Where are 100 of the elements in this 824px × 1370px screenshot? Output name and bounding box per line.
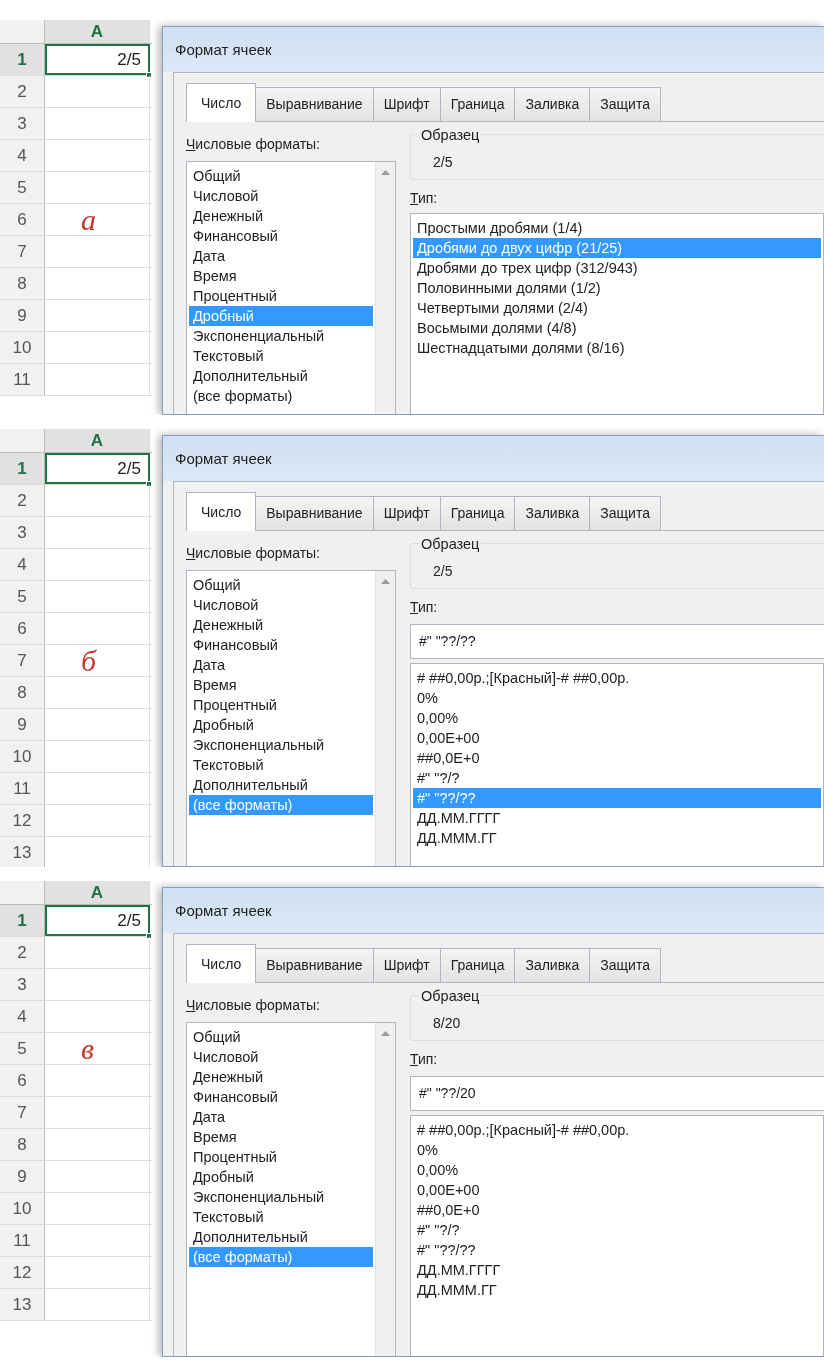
list-item[interactable]: 0,00E+00 [413, 728, 821, 749]
row-header[interactable]: 1 [0, 905, 45, 936]
row-header[interactable]: 6 [0, 1065, 45, 1096]
row-header[interactable]: 11 [0, 773, 45, 804]
fill-handle[interactable] [146, 481, 152, 487]
type-list[interactable]: Простыми дробями (1/4) Дробями до двух цифр (21/25) Дробями до трех цифр (312/943) Половинными долями (1/2) Четвертыми долями (2/4) Восьмыми долями (4/8) Шестнадцатыми долями (8/16) [410, 213, 824, 414]
fill-handle[interactable] [146, 933, 152, 939]
scroll-up-icon[interactable] [381, 578, 390, 584]
scroll-up-icon[interactable] [381, 1030, 390, 1036]
category-list[interactable]: Общий Числовой Денежный Финансовый Дата Время Процентный Дробный Экспоненциальный Текстовый Дополнительный (все форматы) [186, 160, 396, 414]
column-header[interactable]: A [45, 881, 150, 904]
row-header[interactable]: 2 [0, 76, 45, 107]
row-header[interactable]: 4 [0, 1001, 45, 1032]
row-header[interactable]: 13 [0, 1289, 45, 1320]
list-item[interactable]: Экспоненциальный [189, 325, 373, 346]
list-item[interactable]: #" "??/?? [413, 1240, 821, 1261]
row-header[interactable]: 4 [0, 140, 45, 171]
list-item[interactable]: 0,00E+00 [413, 1180, 821, 1201]
list-item[interactable]: # ##0,00р.;[Красный]-# ##0,00р. [413, 1120, 821, 1141]
fill-handle[interactable] [146, 72, 152, 78]
list-item[interactable]: Четвертыми долями (2/4) [413, 298, 821, 319]
column-header[interactable]: A [45, 429, 150, 452]
list-item[interactable]: Дробный [189, 1166, 373, 1187]
list-item[interactable]: ДД.ММ.ГГГГ [413, 1260, 821, 1281]
list-item[interactable]: Финансовый [189, 1086, 373, 1107]
table-cell[interactable]: 2/5 [45, 44, 150, 75]
list-item[interactable]: Время [189, 674, 373, 695]
tab[interactable]: Граница [439, 947, 516, 982]
list-item[interactable]: (все форматы) [189, 385, 373, 406]
row-header[interactable]: 7 [0, 1097, 45, 1128]
tab[interactable]: Защита [589, 495, 661, 530]
list-item[interactable]: #" "?/? [413, 768, 821, 789]
list-item[interactable]: Дата [189, 1106, 373, 1127]
list-item[interactable]: Дробный [189, 714, 373, 735]
type-list[interactable]: # ##0,00р.;[Красный]-# ##0,00р. 0% 0,00% 0,00E+00 ##0,0E+0 #" "?/? #" "??/?? ДД.ММ.ГГГГ ДД.МММ.ГГ [410, 663, 824, 866]
type-input-field[interactable]: #" "??/20 [410, 1076, 824, 1112]
list-item[interactable]: 0,00% [413, 708, 821, 729]
row-header[interactable]: 13 [0, 837, 45, 867]
row-header[interactable]: 2 [0, 485, 45, 516]
type-input-field[interactable]: #" "??/?? [410, 624, 824, 660]
row-header[interactable]: 9 [0, 300, 45, 331]
row-header[interactable]: 2 [0, 937, 45, 968]
list-item[interactable]: Время [189, 265, 373, 286]
list-item[interactable]: Дополнительный [189, 365, 373, 386]
list-item[interactable]: Общий [189, 1026, 373, 1047]
list-item[interactable]: ##0,0E+0 [413, 1200, 821, 1221]
tab[interactable]: Граница [439, 86, 516, 121]
list-item[interactable]: ДД.ММ.ГГГГ [413, 808, 821, 829]
list-item[interactable]: Числовой [189, 1046, 373, 1067]
list-item[interactable]: Числовой [189, 185, 373, 206]
list-item[interactable]: ДД.МММ.ГГ [413, 1280, 821, 1301]
tab[interactable]: Защита [589, 86, 661, 121]
tab[interactable]: Защита [589, 947, 661, 982]
list-item[interactable]: Дополнительный [189, 1226, 373, 1247]
list-item[interactable]: Экспоненциальный [189, 734, 373, 755]
row-header[interactable]: 11 [0, 364, 45, 395]
list-item[interactable]: # ##0,00р.;[Красный]-# ##0,00р. [413, 668, 821, 689]
tab[interactable]: Заливка [514, 86, 591, 121]
list-item[interactable]: 0% [413, 1140, 821, 1161]
row-header[interactable]: 3 [0, 517, 45, 548]
list-item[interactable]: Процентный [189, 694, 373, 715]
list-item[interactable]: Денежный [189, 205, 373, 226]
tab[interactable]: Выравнивание [255, 495, 374, 530]
list-item[interactable]: Процентный [189, 285, 373, 306]
select-all-corner[interactable] [0, 20, 45, 43]
list-item[interactable]: Дополнительный [189, 774, 373, 795]
table-cell[interactable]: 2/5 [45, 905, 150, 936]
tab[interactable]: Шрифт [372, 495, 441, 530]
row-header[interactable]: 9 [0, 709, 45, 740]
list-item[interactable]: Общий [189, 574, 373, 595]
row-header[interactable]: 1 [0, 453, 45, 484]
list-item[interactable]: Числовой [189, 594, 373, 615]
tab[interactable]: Шрифт [372, 86, 441, 121]
row-header[interactable]: 5 [0, 172, 45, 203]
list-item[interactable]: Время [189, 1126, 373, 1147]
tab[interactable]: Число [186, 491, 257, 531]
list-item[interactable]: Денежный [189, 1066, 373, 1087]
list-item[interactable]: Шестнадцатыми долями (8/16) [413, 338, 821, 359]
list-item[interactable]: Процентный [189, 1146, 373, 1167]
list-item[interactable]: Финансовый [189, 225, 373, 246]
list-item[interactable]: Текстовый [189, 345, 373, 366]
table-cell[interactable]: а [45, 204, 150, 235]
select-all-corner[interactable] [0, 429, 45, 452]
list-item[interactable]: Простыми дробями (1/4) [413, 218, 821, 239]
list-item[interactable]: #" "?/? [413, 1220, 821, 1241]
tab[interactable]: Число [186, 943, 257, 983]
select-all-corner[interactable] [0, 881, 45, 904]
row-header[interactable]: 12 [0, 1257, 45, 1288]
category-list[interactable]: Общий Числовой Денежный Финансовый Дата Время Процентный Дробный Экспоненциальный Текстовый Дополнительный (все форматы) [186, 1021, 396, 1356]
type-list[interactable]: # ##0,00р.;[Красный]-# ##0,00р. 0% 0,00% 0,00E+00 ##0,0E+0 #" "?/? #" "??/?? ДД.ММ.ГГГГ ДД.МММ.ГГ [410, 1115, 824, 1356]
list-item[interactable]: Восьмыми долями (4/8) [413, 318, 821, 339]
list-item[interactable]: Текстовый [189, 1206, 373, 1227]
row-header[interactable]: 3 [0, 969, 45, 1000]
tab[interactable]: Граница [439, 495, 516, 530]
column-header[interactable]: A [45, 20, 150, 43]
category-list[interactable]: Общий Числовой Денежный Финансовый Дата Время Процентный Дробный Экспоненциальный Текстовый Дополнительный (все форматы) [186, 569, 396, 866]
row-header[interactable]: 5 [0, 1033, 45, 1064]
row-header[interactable]: 6 [0, 613, 45, 644]
table-cell[interactable]: 2/5 [45, 453, 150, 484]
tab[interactable]: Шрифт [372, 947, 441, 982]
